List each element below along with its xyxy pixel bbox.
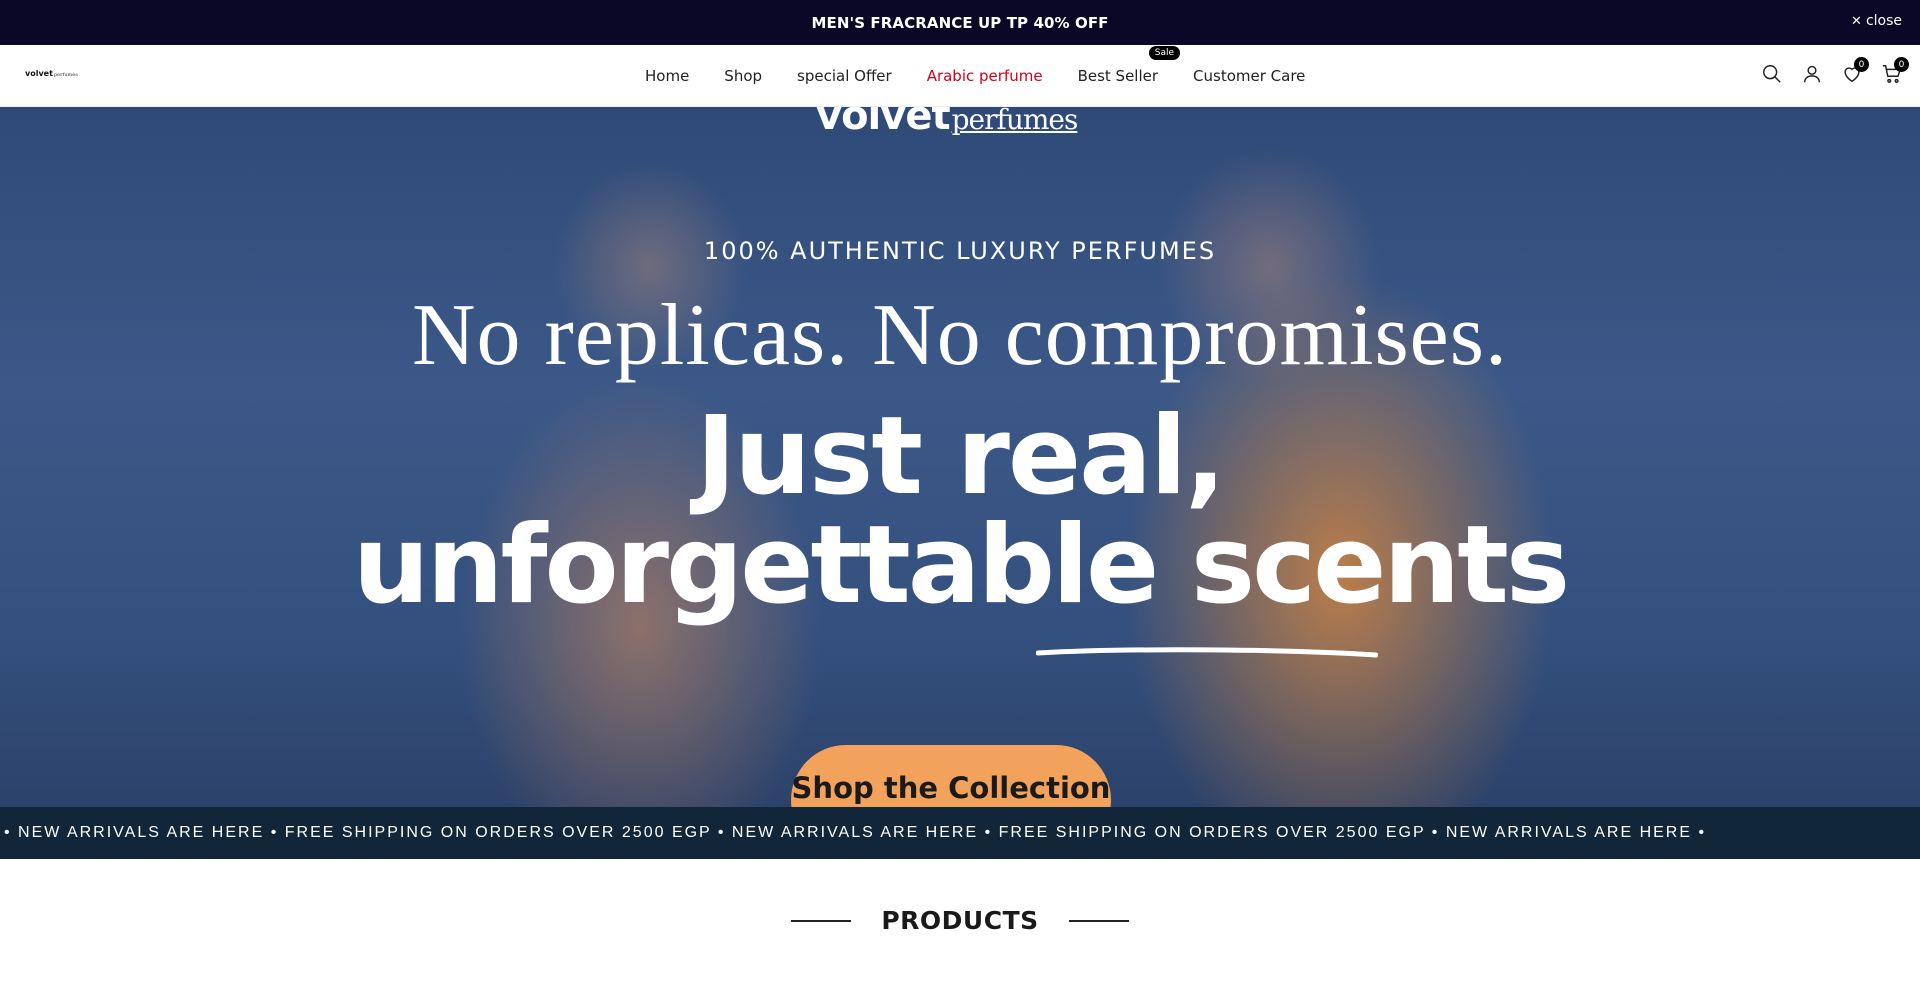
announcement-close-button[interactable]: ✕ close — [1851, 13, 1902, 29]
hero-subheadline-1: Just real, — [695, 394, 1226, 519]
divider-right — [1068, 919, 1129, 922]
close-icon: ✕ — [1851, 13, 1862, 29]
main-nav: Home Shop special Offer Arabic perfume B… — [645, 45, 1305, 107]
cart-count: 0 — [1894, 57, 1909, 72]
nav-item-shop[interactable]: Shop — [724, 67, 762, 85]
products-title: PRODUCTS — [881, 906, 1039, 935]
sale-badge: Sale — [1148, 46, 1181, 60]
marquee-text: • NEW ARRIVALS ARE HERE • FREE SHIPPING … — [4, 824, 1707, 841]
site-logo[interactable]: volvet perfumes — [25, 69, 78, 78]
cart-button[interactable]: 0 — [1881, 57, 1909, 85]
nav-item-customer-care[interactable]: Customer Care — [1193, 67, 1305, 85]
nav-item-home[interactable]: Home — [645, 67, 689, 85]
nav-item-special-offer[interactable]: special Offer — [797, 67, 892, 85]
brush-underline — [1036, 647, 1378, 658]
wishlist-button[interactable]: 0 — [1841, 57, 1869, 85]
hero-logo-subtitle: perfumes — [951, 107, 1079, 136]
header-actions: 0 0 — [1761, 57, 1909, 85]
hero-banner[interactable]: volvet perfumes 100% AUTHENTIC LUXURY PE… — [0, 107, 1920, 807]
nav-item-best-seller-label: Best Seller — [1077, 67, 1159, 85]
logo-subtitle: perfumes — [53, 72, 78, 78]
wishlist-count: 0 — [1854, 57, 1869, 72]
hero-logo-wordmark: volvet — [816, 107, 951, 139]
search-icon[interactable] — [1761, 63, 1783, 85]
shop-collection-button[interactable]: Shop the Collection — [791, 745, 1111, 807]
logo-wordmark: volvet — [25, 69, 53, 78]
divider-left — [791, 919, 852, 922]
announcement-bar: MEN'S FRACRANCE UP TP 40% OFF ✕ close — [0, 0, 1920, 45]
user-icon[interactable] — [1801, 63, 1823, 85]
announcement-text: MEN'S FRACRANCE UP TP 40% OFF — [811, 13, 1109, 32]
promo-marquee: • NEW ARRIVALS ARE HERE • FREE SHIPPING … — [0, 807, 1920, 859]
site-header: volvet perfumes Home Shop special Offer … — [0, 45, 1920, 107]
close-label: close — [1865, 13, 1902, 29]
hero-kicker: 100% AUTHENTIC LUXURY PERFUMES — [703, 237, 1217, 265]
hero-logo: volvet perfumes — [816, 107, 1079, 139]
products-section-header: PRODUCTS — [0, 906, 1920, 935]
nav-item-best-seller[interactable]: Best Seller Sale — [1077, 46, 1181, 85]
hero-subheadline-2: unforgettable scents — [352, 503, 1570, 628]
hero-headline: No replicas. No compromises. — [412, 287, 1508, 384]
nav-item-arabic-perfume[interactable]: Arabic perfume — [927, 67, 1043, 85]
